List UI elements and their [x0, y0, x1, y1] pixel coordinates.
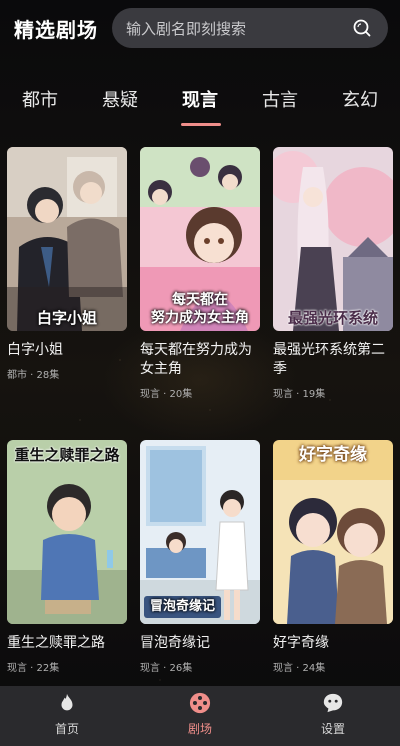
tab-xuanhuan[interactable]: 玄幻: [342, 86, 378, 112]
drama-cover[interactable]: 冒泡奇缘记: [140, 440, 260, 624]
category-tabs: 都市 悬疑 现言 古言 玄幻: [0, 86, 400, 126]
drama-meta: 现言 · 26集: [140, 663, 193, 674]
drama-cover[interactable]: 好字奇缘: [273, 440, 393, 624]
cover-title: 重生之赎罪之路: [14, 446, 120, 464]
drama-title[interactable]: 好字奇缘: [273, 634, 393, 653]
drama-cover[interactable]: 最强光环系统: [273, 147, 393, 331]
header: 精选剧场 输入剧名即刻搜索: [0, 8, 400, 48]
drama-cover[interactable]: 每天都在 努力成为女主角: [140, 147, 260, 331]
drama-card[interactable]: 白字小姐 白字小姐 都市 · 28集: [7, 147, 127, 381]
nav-label: 首页: [54, 722, 79, 736]
drama-meta: 现言 · 20集: [140, 389, 193, 400]
cover-title: 白字小姐: [36, 309, 97, 327]
chat-bubble-icon: [323, 693, 343, 713]
active-tab-indicator: [181, 123, 221, 126]
cover-illustration: [273, 147, 393, 331]
drama-card[interactable]: 冒泡奇缘记 冒泡奇缘记 现言 · 26集: [140, 440, 260, 674]
cover-title: 每天都在 努力成为女主角: [151, 292, 249, 326]
drama-card[interactable]: 每天都在 努力成为女主角 每天都在努力成为女主角 现言 · 20集: [140, 147, 260, 400]
drama-title[interactable]: 白字小姐: [7, 341, 127, 360]
bottom-nav: 首页 剧场 设置: [0, 686, 400, 746]
drama-title[interactable]: 最强光环系统第二季: [273, 341, 393, 379]
search-placeholder: 输入剧名即刻搜索: [126, 19, 247, 38]
drama-title[interactable]: 冒泡奇缘记: [140, 634, 260, 653]
tab-xuanyi[interactable]: 悬疑: [102, 86, 138, 112]
drama-meta: 都市 · 28集: [7, 370, 60, 381]
page-title: 精选剧场: [14, 18, 98, 42]
nav-label: 剧场: [187, 722, 212, 736]
drama-card[interactable]: 重生之赎罪之路 重生之赎罪之路 现言 · 22集: [7, 440, 127, 674]
tab-dushi[interactable]: 都市: [22, 86, 58, 112]
search-icon[interactable]: [352, 18, 372, 38]
drama-title[interactable]: 重生之赎罪之路: [7, 634, 127, 653]
cover-title: 冒泡奇缘记: [144, 596, 222, 618]
drama-card[interactable]: 最强光环系统 最强光环系统第二季 现言 · 19集: [273, 147, 393, 400]
cover-title: 好字奇缘: [299, 445, 367, 465]
drama-cover[interactable]: 重生之赎罪之路: [7, 440, 127, 624]
drama-meta: 现言 · 24集: [273, 663, 326, 674]
nav-settings[interactable]: 设置: [293, 692, 373, 737]
nav-home[interactable]: 首页: [27, 692, 107, 737]
drama-cover[interactable]: 白字小姐: [7, 147, 127, 331]
flame-icon: [61, 693, 73, 711]
tab-xianyan[interactable]: 现言: [182, 86, 218, 112]
cover-title: 最强光环系统: [287, 309, 378, 327]
nav-label: 设置: [320, 722, 345, 736]
drama-title[interactable]: 每天都在努力成为女主角: [140, 341, 260, 379]
film-reel-icon: [189, 692, 211, 714]
tab-guyan[interactable]: 古言: [262, 86, 298, 112]
drama-meta: 现言 · 22集: [7, 663, 60, 674]
search-input[interactable]: 输入剧名即刻搜索: [112, 8, 388, 48]
drama-card[interactable]: 好字奇缘 好字奇缘 现言 · 24集: [273, 440, 393, 674]
nav-theater[interactable]: 剧场: [160, 692, 240, 737]
cover-illustration: [7, 147, 127, 331]
drama-meta: 现言 · 19集: [273, 389, 326, 400]
